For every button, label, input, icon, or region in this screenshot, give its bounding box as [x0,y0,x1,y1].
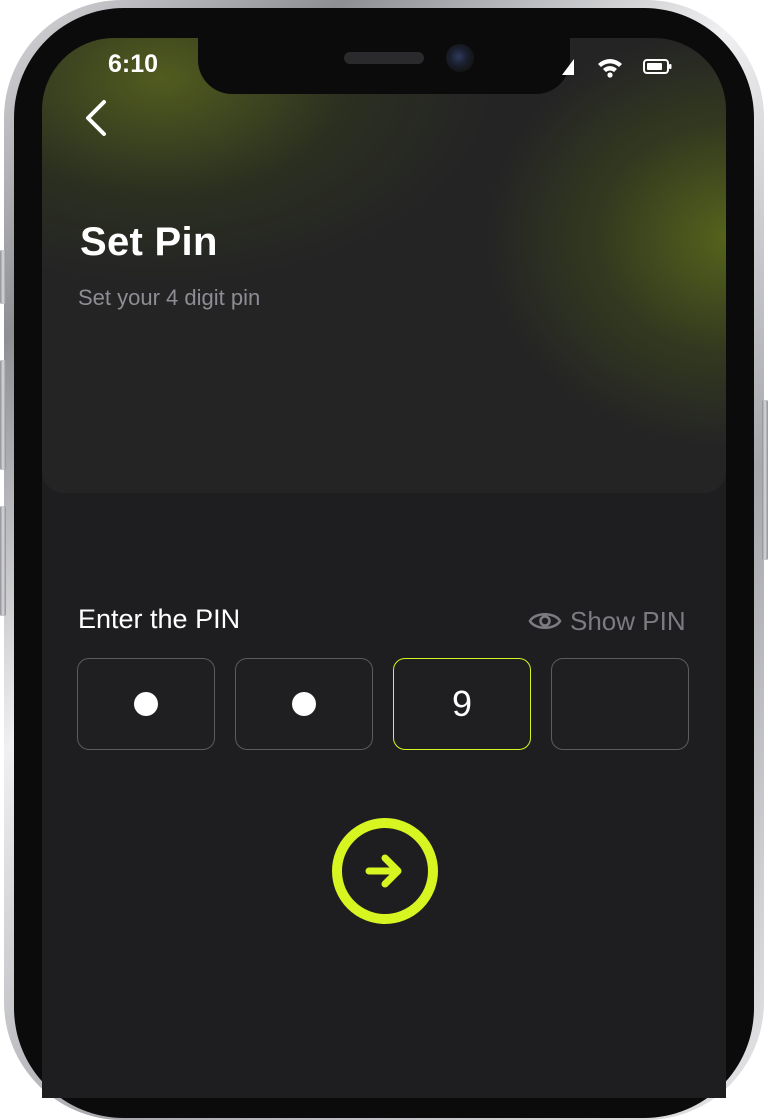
page-subtitle: Set your 4 digit pin [78,285,261,310]
pin-digit-3-value: 9 [451,683,473,724]
notch [198,38,570,94]
masked-digit-dot [292,692,316,716]
volume-down-button [0,506,6,616]
chevron-left-icon [86,100,106,136]
status-time: 6:10 [108,50,159,78]
pin-digit-3[interactable]: 9 [393,658,531,750]
pin-digit-2[interactable] [235,658,373,750]
show-pin-label: Show PIN [570,605,686,636]
next-button[interactable] [332,818,438,924]
battery-icon [643,59,672,74]
front-camera [446,44,474,72]
pin-digit-1[interactable] [77,658,215,750]
page-title: Set Pin [80,220,218,264]
header-card [42,38,726,493]
show-pin-toggle[interactable]: Show PIN [528,604,686,638]
eye-icon [528,612,562,630]
status-icons-svg [562,59,672,78]
back-button[interactable] [76,96,120,140]
earpiece-speaker [344,52,424,64]
wifi-icon [598,59,622,78]
cellular-signal-icon [562,59,574,75]
app-screen [42,38,726,1098]
status-icons [558,55,678,79]
masked-digit-dot [134,692,158,716]
arrow-right-icon [365,854,402,888]
pin-digit-4[interactable] [551,658,689,750]
side-button [0,250,6,304]
volume-up-button [0,360,6,470]
pin-label: Enter the PIN [78,604,241,634]
power-button [762,400,768,560]
